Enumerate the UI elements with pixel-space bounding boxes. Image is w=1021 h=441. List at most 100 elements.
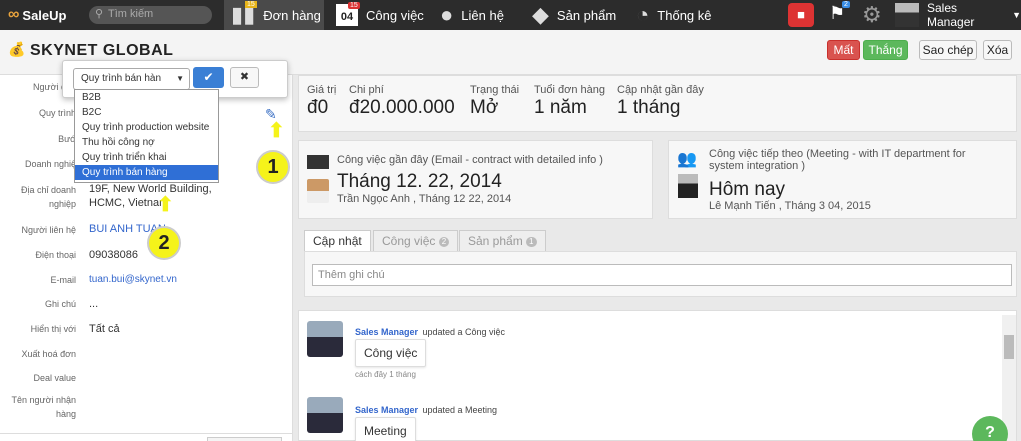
delete-button[interactable]: Xóa xyxy=(983,40,1012,60)
recent-task-card: Công việc gần đây (Email - contract with… xyxy=(298,140,653,219)
search-placeholder: Tìm kiếm xyxy=(108,8,154,20)
tab-products[interactable]: Sản phẩm 1 xyxy=(459,230,546,252)
feed-author[interactable]: Sales Manager xyxy=(355,327,418,337)
visible-to-value[interactable]: Tất cả xyxy=(89,322,120,336)
stat-age: 1 năm xyxy=(534,97,587,118)
scrollbar-thumb[interactable] xyxy=(1004,335,1014,359)
tab-tasks[interactable]: Công việc 2 xyxy=(373,230,459,252)
tasks-badge: 15 xyxy=(348,2,360,9)
label-note: Ghi chú xyxy=(44,299,76,309)
tab-products-badge: 1 xyxy=(526,236,537,247)
stat-label-last-update: Cập nhật gần đây xyxy=(617,84,704,96)
product-icon: ◆ xyxy=(532,2,549,27)
stat-cost: đ20.000.000 xyxy=(349,97,455,118)
feed-action: updated a Meeting xyxy=(422,405,498,415)
note-container: Thêm ghi chú xyxy=(304,251,1017,297)
arrow-up-icon: ⬆ xyxy=(268,120,285,142)
label-deal-value: Deal value xyxy=(33,373,76,383)
next-task-date: Hôm nay xyxy=(709,179,786,200)
tab-updates[interactable]: Cập nhật xyxy=(304,230,371,252)
panel-bottom-button[interactable] xyxy=(207,437,282,441)
process-select[interactable]: Quy trình bán hàn ▼ xyxy=(73,68,190,90)
contact-icon: ● xyxy=(440,2,454,27)
stats-card: Giá trị đ0 Chi phí đ20.000.000 Trạng thá… xyxy=(298,75,1017,132)
feed-action: updated a Công việc xyxy=(422,327,506,337)
confirm-check-icon[interactable]: ✔ xyxy=(193,67,224,88)
option-debt-collection[interactable]: Thu hồi công nợ xyxy=(75,135,218,150)
money-bag-icon: 💰 xyxy=(8,41,26,57)
email-link[interactable]: tuan.bui@skynet.vn xyxy=(89,273,177,287)
nav-products[interactable]: ◆ Sản phẩm xyxy=(532,0,616,30)
process-options-list: B2B B2C Quy trình production website Thu… xyxy=(74,89,219,183)
feed-time: cách đây 1 tháng xyxy=(355,370,416,379)
option-sales-process[interactable]: Quy trình bán hàng xyxy=(75,165,218,180)
logo-icon: ∞ xyxy=(8,6,20,23)
contact-avatar xyxy=(678,174,698,198)
stat-label-value: Giá trị xyxy=(307,84,337,96)
orders-badge: 15 xyxy=(245,1,257,8)
option-b2c[interactable]: B2C xyxy=(75,105,218,120)
search-box[interactable]: ⚲ Tìm kiếm xyxy=(89,6,212,24)
label-company: Doanh nghiệ xyxy=(24,159,76,169)
stat-label-cost: Chi phí xyxy=(349,84,384,96)
contact-avatar xyxy=(307,179,329,203)
note-value[interactable]: ... xyxy=(89,297,98,311)
option-implementation[interactable]: Quy trình triển khai xyxy=(75,150,218,165)
nav-contacts[interactable]: ● Liên hệ xyxy=(440,0,504,30)
stat-label-status: Trạng thái xyxy=(470,84,520,96)
feed-author[interactable]: Sales Manager xyxy=(355,405,418,415)
settings-icon[interactable]: ⚙ xyxy=(862,2,882,28)
feed-avatar xyxy=(307,321,343,357)
flag-badge: 2 xyxy=(842,1,850,8)
activity-feed: Sales Manager updated a Công việc Công v… xyxy=(298,310,1017,441)
win-button[interactable]: Thắng xyxy=(863,40,908,60)
label-invoice: Xuất hoá đơn xyxy=(21,349,76,359)
label-recipient: Tên người nhận hàng xyxy=(11,395,76,419)
group-icon: 👥 xyxy=(677,151,697,168)
video-icon[interactable]: ■ xyxy=(788,3,814,27)
feed-item-1-bubble[interactable]: Công việc xyxy=(355,339,427,367)
label-phone: Điện thoại xyxy=(35,250,76,260)
stat-label-age: Tuổi đơn hàng xyxy=(534,84,606,96)
next-task-title: Công việc tiếp theo (Meeting - with IT d… xyxy=(709,148,966,172)
copy-button[interactable]: Sao chép xyxy=(919,40,977,60)
feed-item-2-bubble[interactable]: Meeting xyxy=(355,417,416,441)
stat-status: Mở xyxy=(470,97,499,118)
arrow-up-icon: ⬆ xyxy=(157,194,174,216)
company-address: 19F, New World Building, HCMC, Vietnam xyxy=(89,183,212,209)
option-production-website[interactable]: Quy trình production website xyxy=(75,120,218,135)
caret-down-icon: ▼ xyxy=(176,74,184,83)
label-email: E-mail xyxy=(50,275,76,285)
user-menu[interactable]: Sales Manager ▼ xyxy=(927,0,1021,30)
top-nav: ∞ SaleUp ⚲ Tìm kiếm ▮▮ Đơn hàng 15 04 Cô… xyxy=(0,0,1021,30)
envelope-icon xyxy=(307,155,329,169)
stat-last-update: 1 tháng xyxy=(617,97,681,118)
lose-button[interactable]: Mất xyxy=(827,40,860,60)
label-company-address: Địa chỉ doanh nghiệp xyxy=(20,185,76,209)
feed-avatar xyxy=(307,397,343,433)
label-process: Quy trình xyxy=(38,108,76,118)
tab-tasks-badge: 2 xyxy=(438,236,450,247)
next-task-by: Lê Mạnh Tiến , Tháng 3 04, 2015 xyxy=(709,200,871,212)
label-contact: Người liên hệ xyxy=(21,225,76,235)
chevron-down-icon: ▼ xyxy=(1012,10,1021,20)
logo[interactable]: ∞ SaleUp xyxy=(8,0,66,30)
page-title: SKYNET GLOBAL xyxy=(30,42,174,59)
recent-task-title: Công việc gần đây (Email - contract with… xyxy=(337,154,603,166)
recent-task-date: Tháng 12. 22, 2014 xyxy=(337,171,502,192)
option-b2b[interactable]: B2B xyxy=(75,90,218,105)
label-visible-to: Hiển thị với xyxy=(30,324,76,334)
feed-item-2-header: Sales Manager updated a Meeting xyxy=(355,400,497,418)
divider xyxy=(0,433,293,434)
gauge-icon: ◔ xyxy=(636,2,650,27)
phone-value: 09038086 xyxy=(89,249,138,261)
user-avatar[interactable] xyxy=(895,3,919,27)
next-task-card: 👥 Công việc tiếp theo (Meeting - with IT… xyxy=(668,140,1017,219)
stat-value: đ0 xyxy=(307,97,329,118)
recent-task-by: Trần Ngọc Anh , Tháng 12 22, 2014 xyxy=(337,193,512,205)
nav-reports[interactable]: ◔ Thống kê xyxy=(636,0,712,30)
callout-2: 2 xyxy=(147,226,181,260)
cancel-x-icon[interactable]: ✖ xyxy=(230,67,259,88)
note-input[interactable]: Thêm ghi chú xyxy=(312,264,1012,286)
search-icon: ⚲ xyxy=(95,8,104,20)
